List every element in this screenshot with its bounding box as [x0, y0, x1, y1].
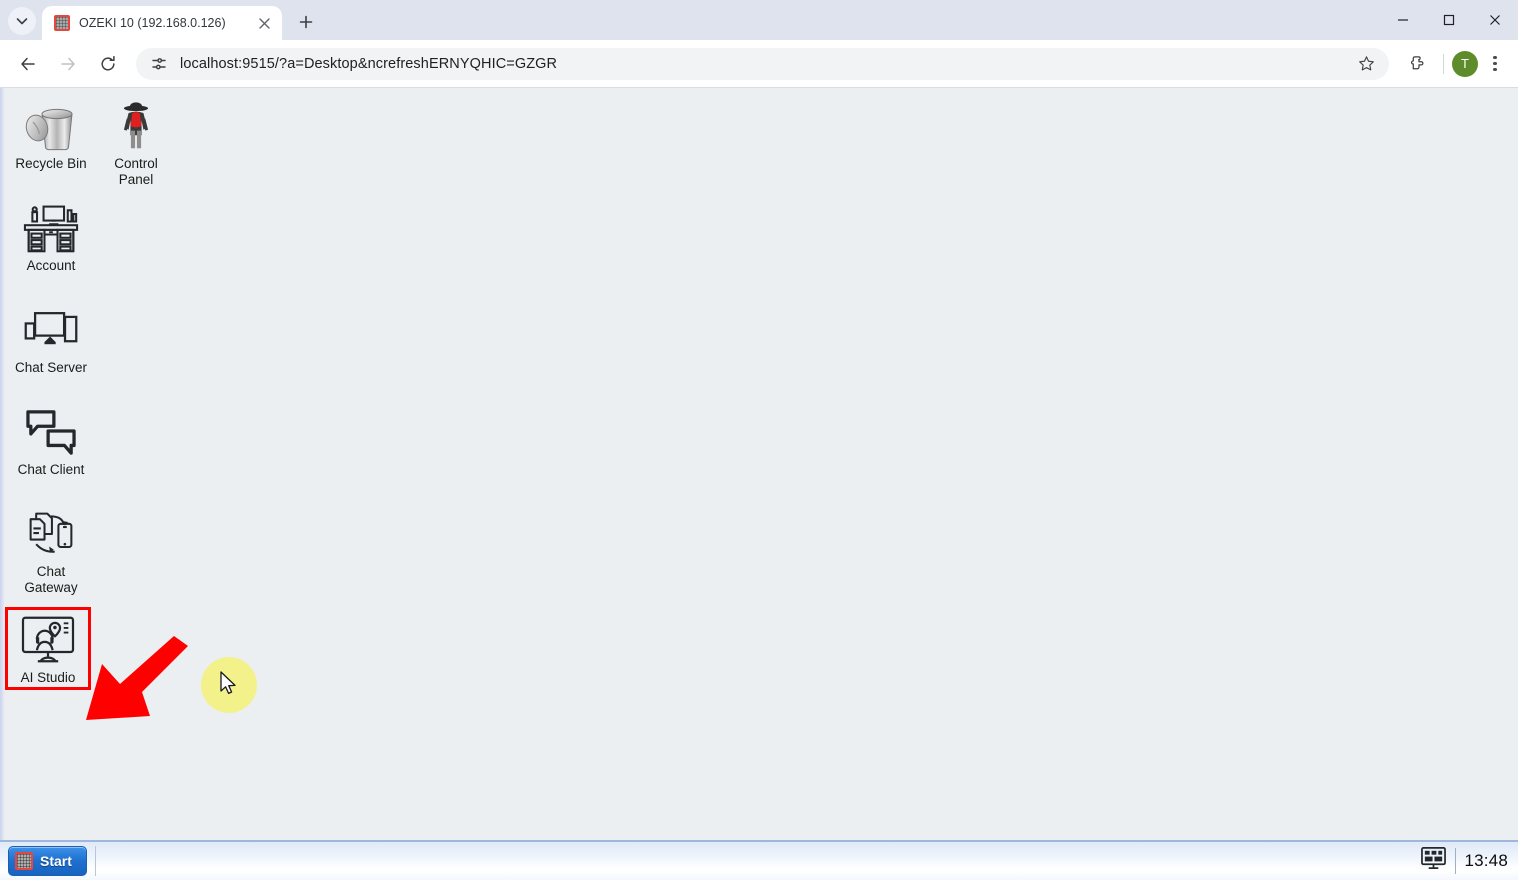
new-tab-button[interactable] [292, 8, 320, 36]
taskbar-clock[interactable]: 13:48 [1464, 851, 1508, 871]
reload-button[interactable] [92, 48, 124, 80]
desktop-icon-label: AI Studio [20, 670, 76, 685]
ozeki-grid-icon [15, 852, 33, 870]
speech-bubbles-icon [8, 404, 94, 460]
forward-button[interactable] [52, 48, 84, 80]
address-bar[interactable]: localhost:9515/?a=Desktop&ncrefreshERNYQ… [136, 47, 1389, 80]
trash-can-icon [8, 98, 94, 154]
desktop-icon-chat-server[interactable]: Chat Server [8, 302, 94, 376]
document-phone-sync-icon [8, 506, 94, 562]
three-dot-menu-icon[interactable] [1480, 47, 1510, 81]
back-button[interactable] [12, 48, 44, 80]
close-button[interactable] [1472, 0, 1518, 40]
url-text[interactable]: localhost:9515/?a=Desktop&ncrefreshERNYQ… [180, 56, 1351, 72]
avatar[interactable]: T [1452, 50, 1478, 77]
annotation-arrow-icon [78, 634, 196, 739]
desktop-icon-label: Account [26, 258, 76, 273]
site-settings-icon[interactable] [146, 51, 172, 77]
star-icon[interactable] [1351, 49, 1381, 79]
desktop-left-edge-strip [0, 88, 5, 840]
desktop-icon-label: Control Panel [114, 156, 158, 187]
desktop-icon-chat-client[interactable]: Chat Client [8, 404, 94, 478]
desktop-icon-label: Recycle Bin [15, 156, 87, 171]
minimize-button[interactable] [1380, 0, 1426, 40]
taskbar-divider [94, 846, 96, 876]
ozeki-grid-favicon [54, 15, 70, 31]
close-icon[interactable] [254, 13, 274, 33]
desktop-icon-recycle-bin[interactable]: Recycle Bin [8, 98, 94, 172]
monitor-devices-icon [8, 302, 94, 358]
mouse-cursor [219, 671, 239, 702]
tab-title: OZEKI 10 (192.168.0.126) [79, 16, 226, 30]
desktop-icon-label: Chat Gateway [24, 564, 78, 595]
show-desktop-monitor-icon[interactable] [1420, 846, 1447, 876]
person-figure-icon [93, 98, 179, 154]
tray-divider [1455, 848, 1457, 874]
window-controls [1380, 0, 1518, 40]
desktop-icon-control-panel[interactable]: Control Panel [93, 98, 179, 188]
toolbar-right-actions: T [1397, 47, 1510, 81]
desktop-icon-chat-gateway[interactable]: Chat Gateway [8, 506, 94, 596]
browser-tab[interactable]: OZEKI 10 (192.168.0.126) [42, 6, 282, 40]
ozeki-desktop: Recycle Bin Control Panel Account Chat S… [0, 88, 1518, 840]
ai-headset-monitor-icon [8, 612, 88, 668]
tab-search-chevron-icon[interactable] [8, 7, 36, 35]
puzzle-piece-icon[interactable] [1401, 47, 1435, 81]
system-tray: 13:48 [1420, 842, 1518, 880]
desktop-icon-label: Chat Server [14, 360, 88, 375]
start-button[interactable]: Start [8, 846, 87, 876]
desktop-icon-ai-studio[interactable]: AI Studio [5, 607, 91, 690]
browser-window: OZEKI 10 (192.168.0.126) localhost:9515/… [0, 0, 1518, 880]
tab-strip: OZEKI 10 (192.168.0.126) [0, 0, 1518, 40]
browser-toolbar: localhost:9515/?a=Desktop&ncrefreshERNYQ… [0, 40, 1518, 88]
desktop-icon-account[interactable]: Account [8, 200, 94, 274]
maximize-button[interactable] [1426, 0, 1472, 40]
desktop-icon-label: Chat Client [17, 462, 85, 477]
start-button-label: Start [40, 853, 72, 869]
desk-computer-icon [8, 200, 94, 256]
toolbar-divider [1443, 53, 1444, 74]
taskbar: Start 13:48 [0, 840, 1518, 880]
